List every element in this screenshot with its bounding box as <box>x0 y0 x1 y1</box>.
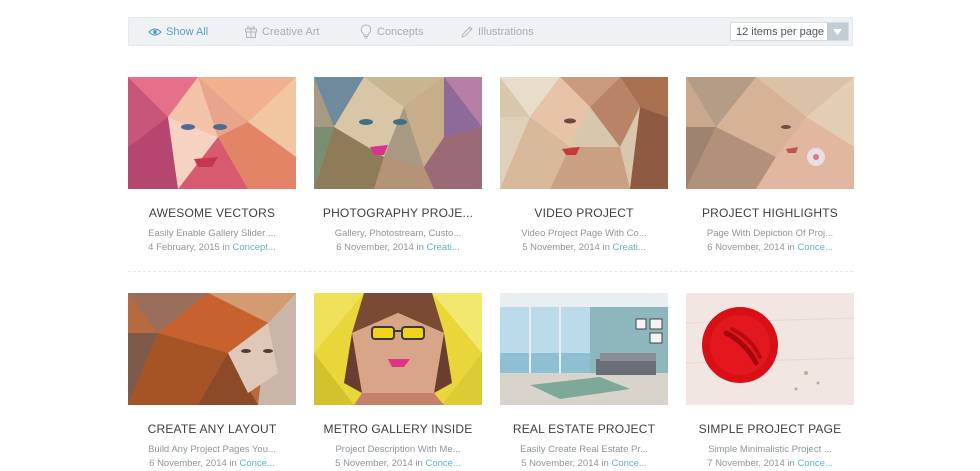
filter-illustrations[interactable]: Illustrations <box>459 18 534 45</box>
project-meta: 7 November, 2014 in Conce... <box>686 458 854 469</box>
project-category-link[interactable]: Conce... <box>611 458 646 469</box>
meta-in-text: in <box>601 458 609 469</box>
project-thumbnail[interactable] <box>686 77 854 189</box>
filter-concepts-label: Concepts <box>377 25 424 38</box>
project-meta: 6 November, 2014 in Conce... <box>686 242 854 253</box>
filter-concepts[interactable]: Concepts <box>358 18 423 45</box>
project-description: Easily Create Real Estate Pr... <box>520 444 648 455</box>
project-thumbnail[interactable] <box>128 77 296 189</box>
project-meta: 5 November, 2014 in Creati... <box>500 242 668 253</box>
project-date: 6 November, 2014 <box>336 242 414 253</box>
portfolio-item[interactable]: AWESOME VECTORS Easily Enable Gallery Sl… <box>128 77 296 253</box>
project-category-link[interactable]: Creati... <box>427 242 460 253</box>
project-description: Project Description With Me... <box>335 444 461 455</box>
project-category-link[interactable]: Conce... <box>425 458 460 469</box>
project-date: 5 November, 2014 <box>335 458 413 469</box>
portfolio-item[interactable]: PROJECT HIGHLIGHTS Page With Depiction O… <box>686 77 854 253</box>
project-title[interactable]: CREATE ANY LAYOUT <box>128 422 296 436</box>
portfolio-item[interactable]: REAL ESTATE PROJECT Easily Create Real E… <box>500 293 668 469</box>
portfolio-item[interactable]: PHOTOGRAPHY PROJE... Gallery, Photostrea… <box>314 77 482 253</box>
meta-in-text: in <box>415 458 423 469</box>
project-title[interactable]: SIMPLE PROJECT PAGE <box>686 422 854 436</box>
portfolio-item[interactable]: METRO GALLERY INSIDE Project Description… <box>314 293 482 469</box>
project-description: Video Project Page With Co... <box>521 228 647 239</box>
project-meta: 4 February, 2015 in Concept... <box>128 242 296 253</box>
meta-in-text: in <box>787 458 795 469</box>
project-thumbnail[interactable] <box>500 77 668 189</box>
eye-icon <box>147 24 163 40</box>
filter-illustrations-label: Illustrations <box>478 25 534 38</box>
project-thumbnail[interactable] <box>314 293 482 405</box>
chevron-down-icon[interactable] <box>827 23 848 40</box>
pencil-icon <box>459 24 475 40</box>
project-category-link[interactable]: Conce... <box>797 458 832 469</box>
project-title[interactable]: REAL ESTATE PROJECT <box>500 422 668 436</box>
project-title[interactable]: PROJECT HIGHLIGHTS <box>686 206 854 220</box>
items-per-page-select[interactable]: 12 items per page <box>730 22 849 41</box>
filter-creative-art[interactable]: Creative Art <box>243 18 319 45</box>
project-date: 4 February, 2015 <box>148 242 220 253</box>
project-meta: 6 November, 2014 in Creati... <box>314 242 482 253</box>
gift-icon <box>243 24 259 40</box>
project-description: Gallery, Photostream, Custo... <box>334 228 462 239</box>
portfolio-item[interactable]: CREATE ANY LAYOUT Build Any Project Page… <box>128 293 296 469</box>
filter-show-all[interactable]: Show All <box>147 18 208 45</box>
project-meta: 5 November, 2014 in Conce... <box>500 458 668 469</box>
project-thumbnail[interactable] <box>314 77 482 189</box>
project-date: 7 November, 2014 <box>707 458 785 469</box>
meta-in-text: in <box>229 458 237 469</box>
project-title[interactable]: AWESOME VECTORS <box>128 206 296 220</box>
portfolio-item[interactable]: VIDEO PROJECT Video Project Page With Co… <box>500 77 668 253</box>
project-meta: 5 November, 2014 in Conce... <box>314 458 482 469</box>
meta-in-text: in <box>787 242 795 253</box>
project-description: Simple Minimalistic Project ... <box>708 444 832 455</box>
portfolio-item[interactable]: SIMPLE PROJECT PAGE Simple Minimalistic … <box>686 293 854 469</box>
project-category-link[interactable]: Conce... <box>239 458 274 469</box>
meta-in-text: in <box>416 242 424 253</box>
meta-in-text: in <box>222 242 230 253</box>
project-date: 5 November, 2014 <box>521 458 599 469</box>
project-description: Easily Enable Gallery Slider ... <box>148 228 276 239</box>
project-title[interactable]: METRO GALLERY INSIDE <box>314 422 482 436</box>
project-title[interactable]: PHOTOGRAPHY PROJE... <box>314 206 482 220</box>
filter-creative-art-label: Creative Art <box>262 25 320 38</box>
project-title[interactable]: VIDEO PROJECT <box>500 206 668 220</box>
project-thumbnail[interactable] <box>686 293 854 405</box>
project-date: 6 November, 2014 <box>707 242 785 253</box>
project-category-link[interactable]: Conce... <box>797 242 832 253</box>
project-thumbnail[interactable] <box>500 293 668 405</box>
project-date: 5 November, 2014 <box>522 242 600 253</box>
filter-show-all-label: Show All <box>166 25 209 38</box>
lightbulb-icon <box>358 24 374 40</box>
project-description: Build Any Project Pages You... <box>148 444 276 455</box>
project-thumbnail[interactable] <box>128 293 296 405</box>
row-divider <box>128 271 853 272</box>
project-meta: 6 November, 2014 in Conce... <box>128 458 296 469</box>
project-description: Page With Depiction Of Proj... <box>706 228 834 239</box>
project-category-link[interactable]: Creati... <box>613 242 646 253</box>
project-category-link[interactable]: Concept... <box>233 242 276 253</box>
project-date: 6 November, 2014 <box>149 458 227 469</box>
items-per-page-value: 12 items per page <box>736 25 825 38</box>
meta-in-text: in <box>602 242 610 253</box>
filter-bar: Show All Creative Art Concepts Illustrat… <box>128 17 853 46</box>
